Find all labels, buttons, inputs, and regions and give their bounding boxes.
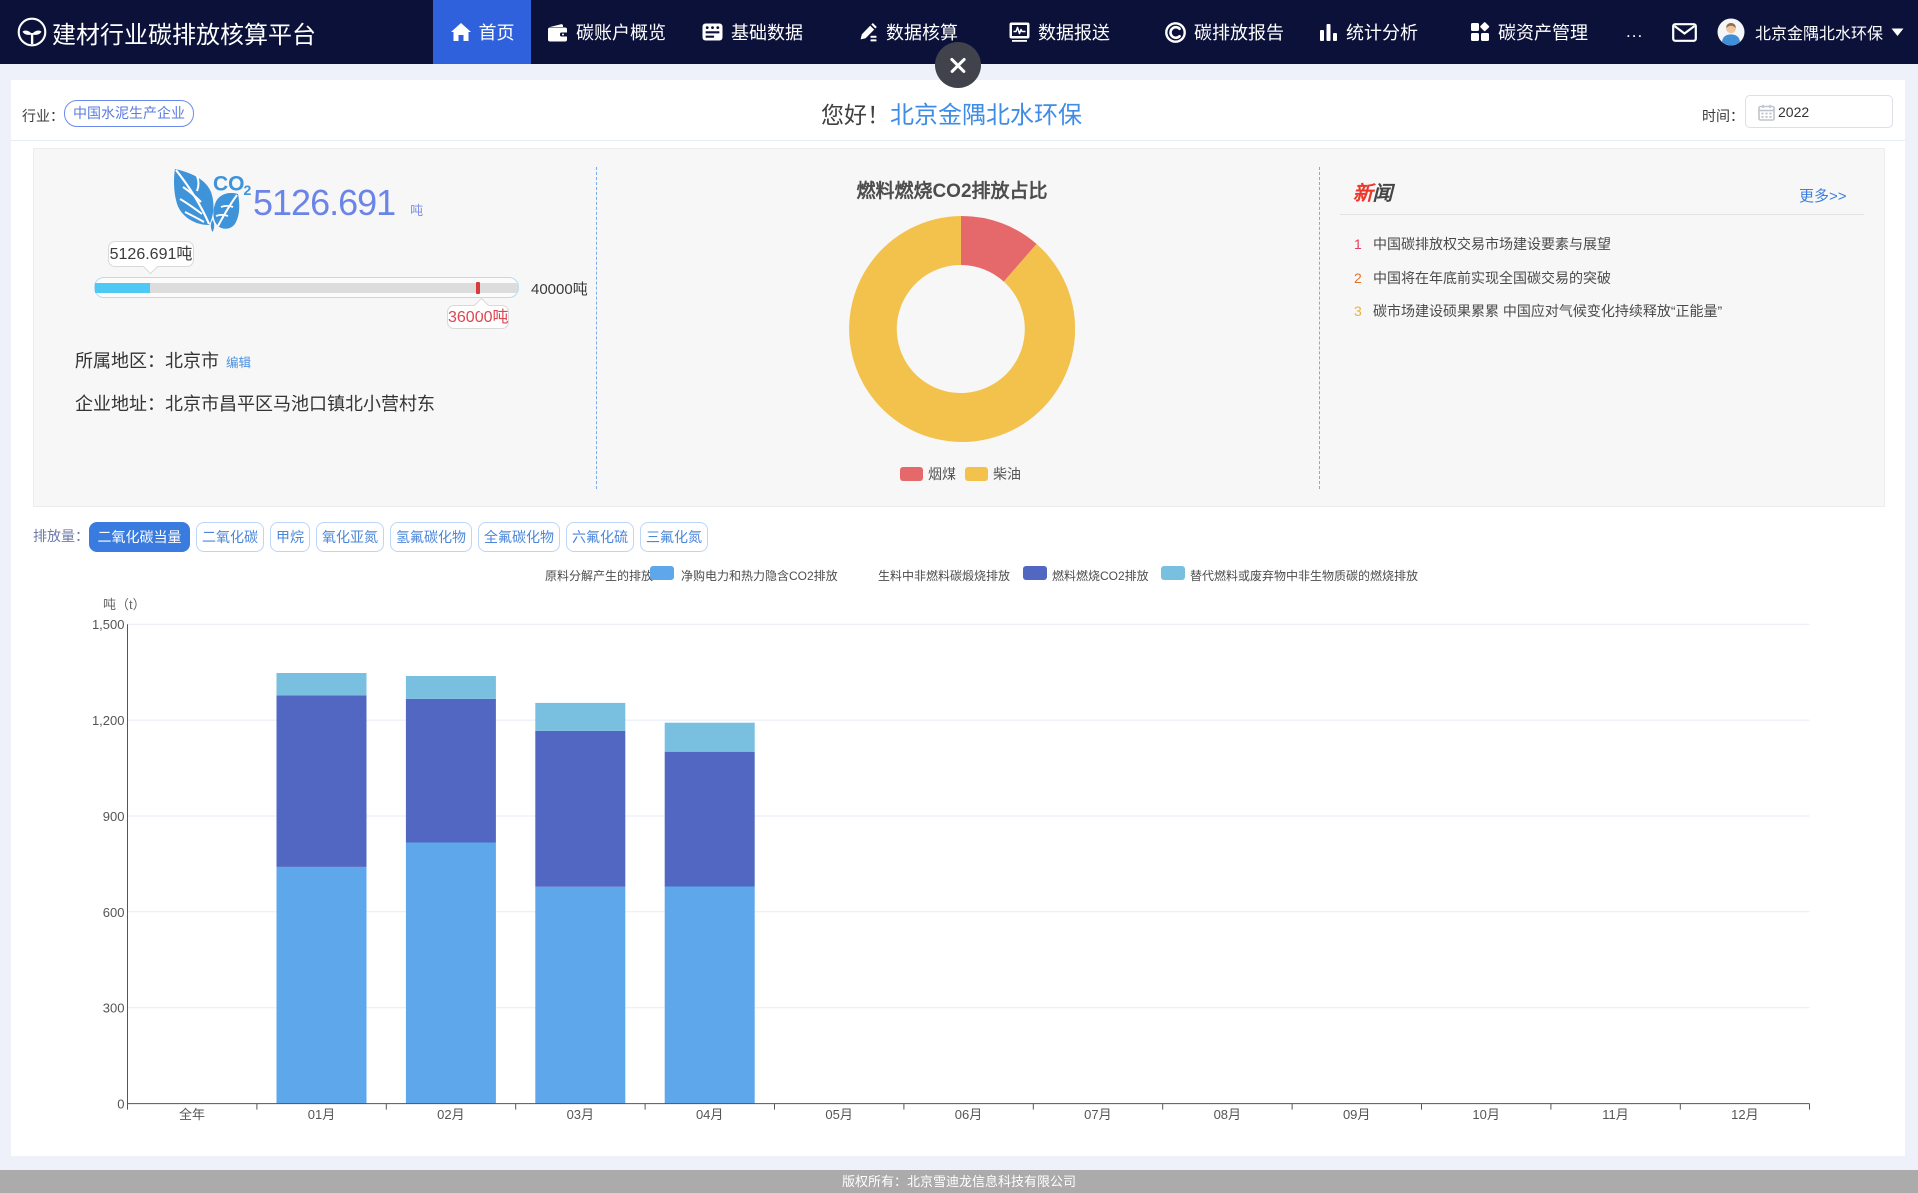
svg-text:900: 900: [103, 809, 125, 824]
svg-text:07月: 07月: [1084, 1107, 1111, 1122]
svg-text:0: 0: [117, 1097, 124, 1112]
svg-text:10月: 10月: [1472, 1107, 1499, 1122]
svg-text:06月: 06月: [955, 1107, 982, 1122]
svg-text:1,200: 1,200: [92, 713, 125, 728]
svg-text:全年: 全年: [179, 1107, 205, 1122]
svg-text:吨（t）: 吨（t）: [103, 597, 146, 612]
svg-text:08月: 08月: [1214, 1107, 1241, 1122]
svg-text:04月: 04月: [696, 1107, 723, 1122]
svg-text:11月: 11月: [1602, 1107, 1629, 1122]
svg-text:300: 300: [103, 1001, 125, 1016]
svg-text:02月: 02月: [437, 1107, 464, 1122]
svg-text:600: 600: [103, 905, 125, 920]
svg-text:09月: 09月: [1343, 1107, 1370, 1122]
svg-text:05月: 05月: [825, 1107, 852, 1122]
svg-text:01月: 01月: [308, 1107, 335, 1122]
svg-text:12月: 12月: [1731, 1107, 1758, 1122]
svg-text:2: 2: [244, 182, 252, 198]
svg-text:CO: CO: [213, 173, 245, 196]
svg-text:1,500: 1,500: [92, 617, 125, 632]
svg-text:03月: 03月: [567, 1107, 594, 1122]
